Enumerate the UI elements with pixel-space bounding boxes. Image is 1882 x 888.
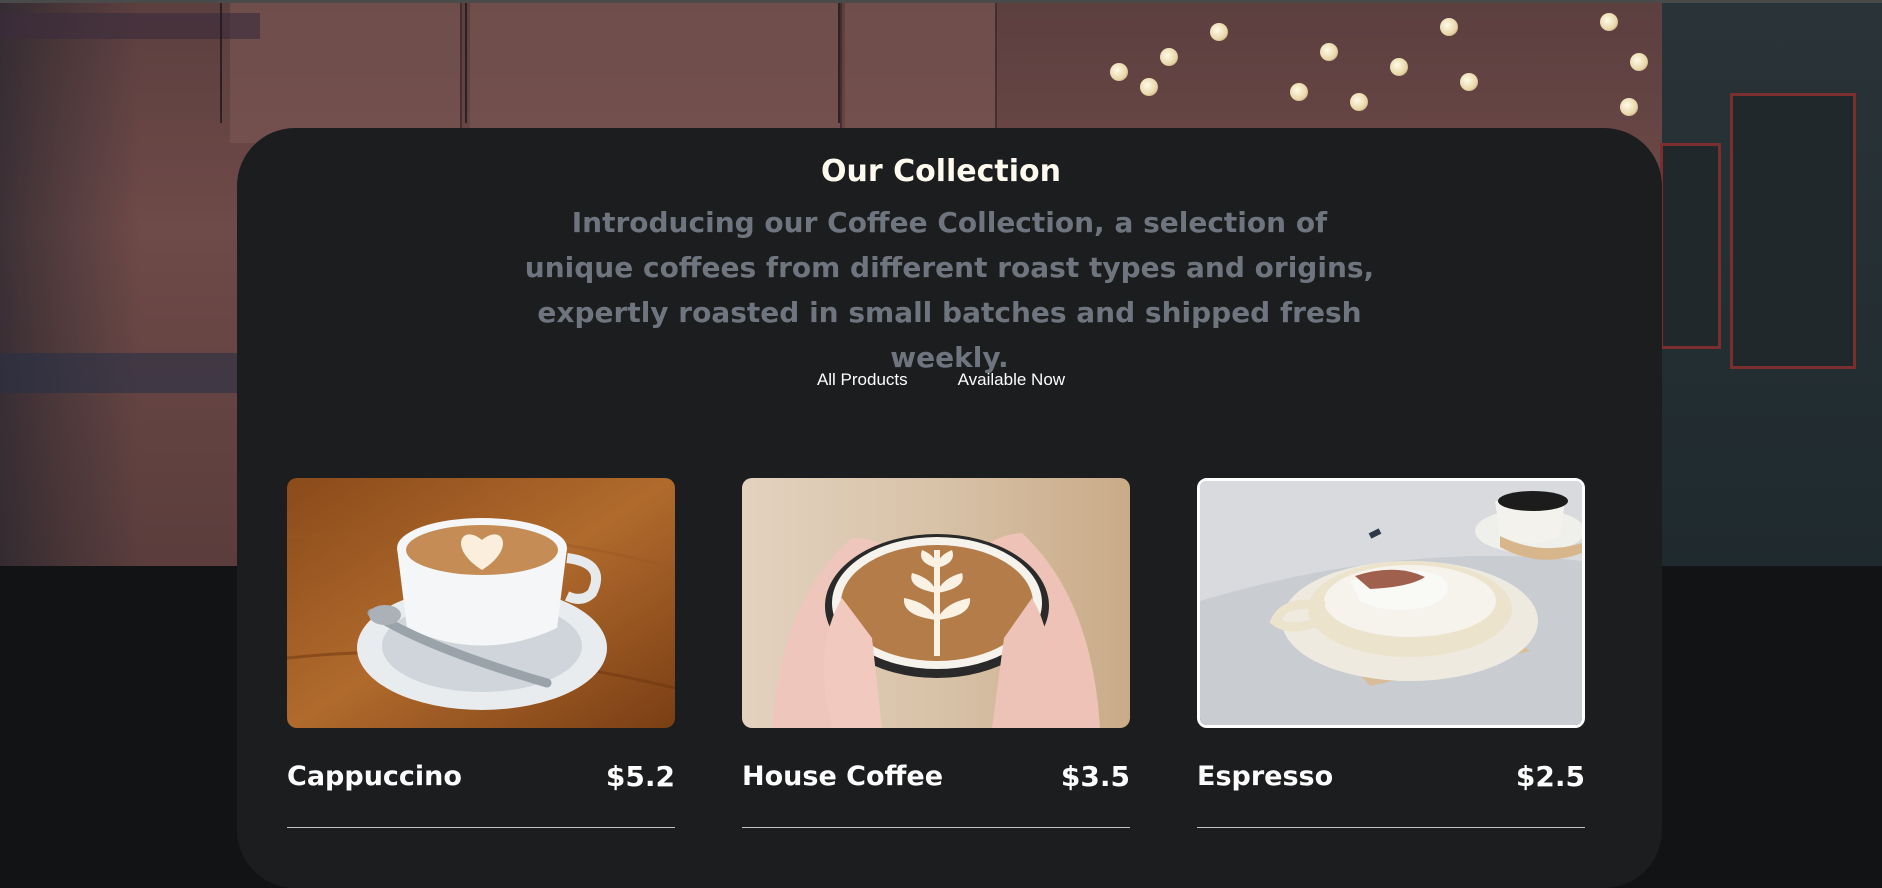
ceiling-panel	[230, 3, 462, 143]
marquee-bulb	[1440, 18, 1458, 36]
cappuccino-photo	[287, 478, 675, 728]
marquee-bulb	[1390, 58, 1408, 76]
product-card-cappuccino[interactable]: Cappuccino $5.2	[287, 478, 675, 828]
ceiling-panel	[470, 3, 842, 143]
product-image[interactable]	[287, 478, 675, 728]
divider	[287, 827, 675, 828]
marquee-bulb	[1140, 78, 1158, 96]
ceiling-panel	[845, 3, 997, 143]
product-card-house-coffee[interactable]: House Coffee $3.5	[742, 478, 1130, 828]
section-title: Our Collection	[820, 154, 1061, 189]
divider	[1197, 827, 1585, 828]
product-name: Cappuccino	[287, 761, 462, 792]
tab-all-products[interactable]: All Products	[817, 368, 908, 392]
house-coffee-photo	[742, 478, 1130, 728]
product-price: $5.2	[605, 760, 675, 793]
product-price: $2.5	[1515, 760, 1585, 793]
product-info: Espresso $2.5	[1197, 760, 1585, 793]
product-card-espresso[interactable]: Espresso $2.5	[1197, 478, 1585, 828]
marquee-bulb	[1350, 93, 1368, 111]
product-info: House Coffee $3.5	[742, 760, 1130, 793]
marquee-bulb	[1630, 53, 1648, 71]
product-image[interactable]	[742, 478, 1130, 728]
espresso-photo	[1200, 481, 1582, 725]
marquee-bulb	[1160, 48, 1178, 66]
product-name: House Coffee	[742, 761, 944, 792]
product-info: Cappuccino $5.2	[287, 760, 675, 793]
product-image[interactable]	[1197, 478, 1585, 728]
pipe	[220, 3, 222, 123]
marquee-bulb	[1290, 83, 1308, 101]
filter-tabs: All Products Available Now	[0, 368, 1882, 392]
marquee-bulb	[1600, 13, 1618, 31]
pipe	[465, 3, 467, 123]
marquee-bulb	[1210, 23, 1228, 41]
product-price: $3.5	[1060, 760, 1130, 793]
marquee-bulb	[1620, 98, 1638, 116]
chalkboard-menu	[1730, 93, 1856, 369]
pipe	[838, 3, 840, 123]
product-name: Espresso	[1197, 761, 1334, 792]
divider	[742, 827, 1130, 828]
section-subtitle: Introducing our Coffee Collection, a sel…	[524, 206, 1375, 374]
marquee-bulb	[1110, 63, 1128, 81]
tab-available-now[interactable]: Available Now	[958, 368, 1065, 392]
marquee-bulb	[1320, 43, 1338, 61]
marquee-bulb	[1460, 73, 1478, 91]
